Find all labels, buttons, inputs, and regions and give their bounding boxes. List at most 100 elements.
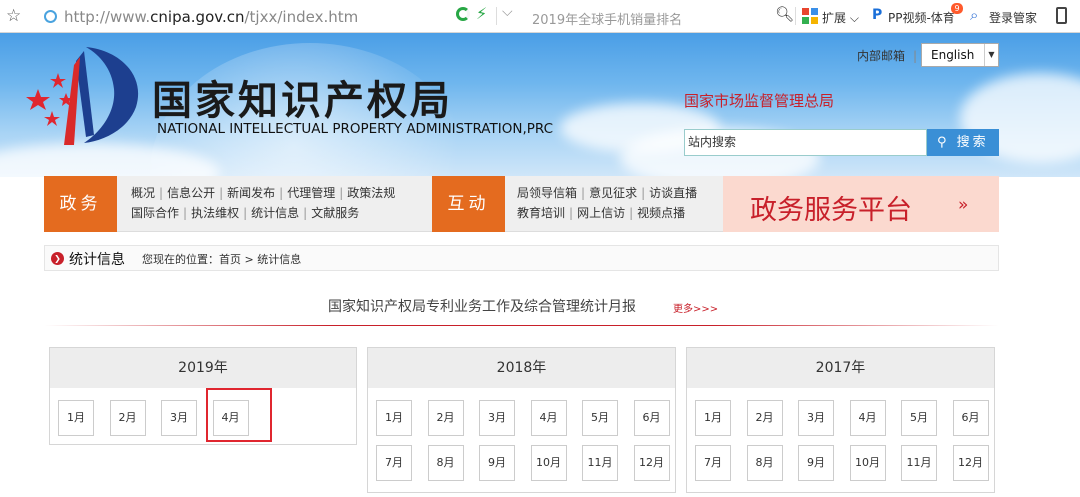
month-button[interactable]: 7月 bbox=[695, 445, 731, 481]
year-panel: 2019年 1月 2月 3月 4月 bbox=[49, 347, 357, 445]
notification-badge: 9 bbox=[951, 3, 963, 14]
more-link[interactable]: 更多>>> bbox=[673, 300, 718, 315]
month-button[interactable]: 6月 bbox=[633, 400, 670, 436]
nav-affairs-link[interactable]: 新闻发布 bbox=[227, 186, 275, 200]
tab-interaction[interactable]: 互动 bbox=[432, 176, 505, 232]
breadcrumb-current[interactable]: 统计信息 bbox=[257, 253, 301, 266]
month-button[interactable]: 8月 bbox=[427, 445, 464, 481]
lightning-icon[interactable]: ⚡ bbox=[476, 4, 487, 23]
divider bbox=[795, 7, 796, 25]
divider: | bbox=[219, 186, 224, 200]
year-heading: 2019年 bbox=[50, 348, 356, 388]
divider: | bbox=[641, 186, 646, 200]
month-button[interactable]: 5月 bbox=[582, 400, 618, 436]
divider: | bbox=[569, 206, 574, 220]
month-button[interactable]: 5月 bbox=[901, 400, 937, 436]
month-button[interactable]: 11月 bbox=[582, 445, 618, 481]
nav-affairs-link[interactable]: 文献服务 bbox=[311, 206, 359, 220]
bookmark-star-icon[interactable]: ☆ bbox=[6, 6, 21, 26]
year-heading: 2018年 bbox=[368, 348, 675, 388]
top-links: 内部邮箱 | bbox=[857, 47, 917, 64]
nav-interaction-link[interactable]: 网上信访 bbox=[577, 206, 625, 220]
pp-video-button[interactable]: PP视频-体育 bbox=[888, 9, 955, 26]
security-shield-icon[interactable] bbox=[456, 7, 470, 21]
nav-interaction-link[interactable]: 局领导信箱 bbox=[517, 186, 577, 200]
nav-affairs-link[interactable]: 概况 bbox=[131, 186, 155, 200]
extensions-button[interactable]: 扩展 ⌵ bbox=[822, 9, 859, 26]
login-manager-icon[interactable]: ⌕ bbox=[970, 6, 978, 24]
nav-interaction-link[interactable]: 教育培训 bbox=[517, 206, 565, 220]
breadcrumb-prefix: 您现在的位置： bbox=[142, 253, 219, 266]
language-select[interactable]: English ▼ bbox=[921, 43, 999, 67]
month-button[interactable]: 10月 bbox=[530, 445, 567, 481]
month-button[interactable]: 10月 bbox=[849, 445, 886, 481]
month-button[interactable]: 9月 bbox=[798, 445, 834, 481]
pp-video-icon[interactable]: P bbox=[872, 7, 882, 23]
month-button[interactable]: 2月 bbox=[109, 400, 146, 436]
divider: | bbox=[913, 49, 918, 63]
month-button[interactable]: 8月 bbox=[746, 445, 783, 481]
month-button[interactable]: 7月 bbox=[376, 445, 412, 481]
site-search-input[interactable]: 站内搜索 bbox=[684, 129, 927, 156]
month-button[interactable]: 11月 bbox=[901, 445, 937, 481]
nav-interaction-link[interactable]: 视频点播 bbox=[637, 206, 685, 220]
month-button[interactable]: 6月 bbox=[952, 400, 989, 436]
month-button[interactable]: 3月 bbox=[479, 400, 515, 436]
nav-link-row: 教育培训 | 网上信访 | 视频点播 bbox=[517, 203, 697, 223]
search-icon[interactable]: 🔍︎ bbox=[775, 5, 794, 23]
affairs-links: 概况 | 信息公开 | 新闻发布 | 代理管理 | 政策法规 国际合作 | 执法维权 | 统计信息 | 文献服… bbox=[131, 183, 395, 223]
nav-interaction-link[interactable]: 访谈直播 bbox=[649, 186, 697, 200]
extensions-grid-icon[interactable] bbox=[802, 8, 818, 24]
divider: | bbox=[243, 206, 248, 220]
year-heading: 2017年 bbox=[687, 348, 994, 388]
breadcrumb-separator: > bbox=[244, 253, 254, 266]
divider: | bbox=[303, 206, 308, 220]
breadcrumb-home[interactable]: 首页 bbox=[219, 253, 241, 266]
month-button[interactable]: 3月 bbox=[161, 400, 197, 436]
divider: | bbox=[339, 186, 344, 200]
main-nav: 政务 概况 | 信息公开 | 新闻发布 | 代理管理 | 政策法规 国际合作 | 执法维权 | 统计信息 |… bbox=[44, 176, 999, 232]
nav-affairs-link[interactable]: 政策法规 bbox=[347, 186, 395, 200]
search-button[interactable]: ⚲ 搜索 bbox=[927, 129, 999, 156]
month-button[interactable]: 12月 bbox=[952, 445, 989, 481]
nav-affairs-link[interactable]: 执法维权 bbox=[191, 206, 239, 220]
nav-affairs-link[interactable]: 国际合作 bbox=[131, 206, 179, 220]
search-suggestion[interactable]: 2019年全球手机销量排名 bbox=[532, 9, 682, 28]
address-bar[interactable]: http://www.cnipa.gov.cn/tjxx/index.htm bbox=[64, 8, 358, 26]
arrow-right-circle-icon: ❯ bbox=[51, 252, 64, 265]
divider bbox=[44, 325, 999, 326]
month-button[interactable]: 2月 bbox=[427, 400, 464, 436]
nav-link-row: 概况 | 信息公开 | 新闻发布 | 代理管理 | 政策法规 bbox=[131, 183, 395, 203]
tab-affairs[interactable]: 政务 bbox=[44, 176, 117, 232]
nav-affairs-link[interactable]: 信息公开 bbox=[167, 186, 215, 200]
service-platform-banner[interactable]: 政务服务平台 » bbox=[723, 176, 999, 232]
mailbox-link[interactable]: 内部邮箱 bbox=[857, 49, 905, 63]
breadcrumb: ❯ 统计信息 您现在的位置：首页 > 统计信息 bbox=[44, 245, 999, 271]
login-manager-button[interactable]: 登录管家 bbox=[989, 9, 1037, 26]
month-button[interactable]: 2月 bbox=[746, 400, 783, 436]
divider: | bbox=[629, 206, 634, 220]
nav-affairs-link[interactable]: 统计信息 bbox=[251, 206, 299, 220]
chevron-down-icon[interactable]: ⌵ bbox=[502, 4, 513, 20]
month-button[interactable]: 4月 bbox=[530, 400, 567, 436]
phone-icon[interactable] bbox=[1056, 7, 1067, 24]
nav-link-row: 局领导信箱 | 意见征求 | 访谈直播 bbox=[517, 183, 697, 203]
month-button[interactable]: 3月 bbox=[798, 400, 834, 436]
nav-affairs-link[interactable]: 代理管理 bbox=[287, 186, 335, 200]
month-button[interactable]: 12月 bbox=[633, 445, 670, 481]
interaction-links: 局领导信箱 | 意见征求 | 访谈直播 教育培训 | 网上信访 | 视频点播 bbox=[517, 183, 697, 223]
service-platform-label: 政务服务平台 bbox=[750, 195, 912, 226]
month-button[interactable]: 1月 bbox=[58, 400, 94, 436]
month-button[interactable]: 1月 bbox=[695, 400, 731, 436]
month-button[interactable]: 9月 bbox=[479, 445, 515, 481]
site-header: 国家知识产权局 NATIONAL INTELLECTUAL PROPERTY A… bbox=[0, 33, 1080, 177]
site-logo-title[interactable]: 国家知识产权局 bbox=[152, 68, 453, 126]
divider: | bbox=[159, 186, 164, 200]
month-button[interactable]: 4月 bbox=[849, 400, 886, 436]
year-panel: 2017年 1月 2月 3月 4月 5月 6月 7月 8月 9月 10月 11月 12月 bbox=[686, 347, 995, 493]
month-button[interactable]: 1月 bbox=[376, 400, 412, 436]
samr-link[interactable]: 国家市场监督管理总局 bbox=[684, 90, 834, 111]
cnipa-emblem-icon[interactable] bbox=[24, 45, 149, 145]
nav-interaction-link[interactable]: 意见征求 bbox=[589, 186, 637, 200]
year-panel: 2018年 1月 2月 3月 4月 5月 6月 7月 8月 9月 10月 11月 12月 bbox=[367, 347, 676, 493]
